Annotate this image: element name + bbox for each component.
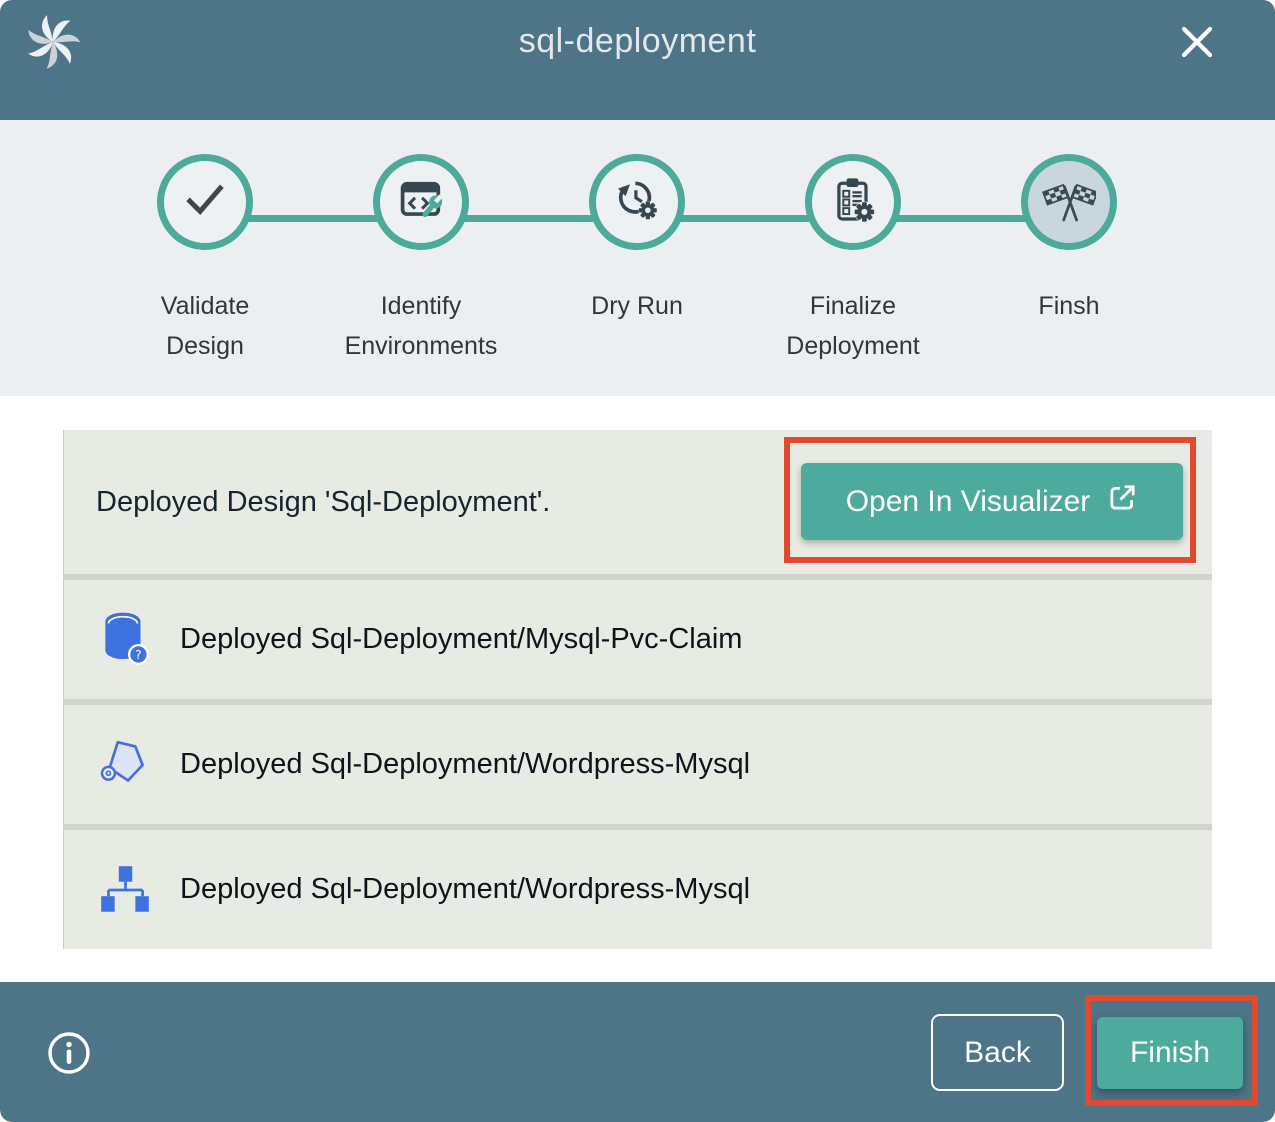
step-validate-design (157, 154, 253, 250)
result-row-wordpress-mysql-service: Deployed Sql-Deployment/Wordpress-Mysql (63, 705, 1212, 824)
deployment-results: Deployed Design 'Sql-Deployment'. Open I… (63, 430, 1212, 949)
finish-flags-icon (1042, 173, 1096, 232)
deployment-stepper: Validate Design Identify Environments (0, 120, 1275, 396)
step-label-dry-run: Dry Run (552, 286, 722, 326)
open-in-visualizer-button[interactable]: Open In Visualizer (801, 463, 1183, 540)
check-icon (179, 174, 231, 231)
modal-footer (0, 982, 1275, 1122)
step-label-validate-design: Validate Design (120, 286, 290, 366)
result-text: Deployed Sql-Deployment/Mysql-Pvc-Claim (180, 623, 742, 656)
modal-header: sql-deployment (0, 0, 1275, 120)
code-window-wrench-icon (395, 174, 447, 231)
deployment-modal: sql-deployment Validate Design (0, 0, 1275, 1122)
result-row-wordpress-mysql-deployment: Deployed Sql-Deployment/Wordpress-Mysql (63, 830, 1212, 949)
summary-row: Deployed Design 'Sql-Deployment'. Open I… (63, 430, 1212, 574)
finish-button[interactable]: Finish (1097, 1017, 1243, 1089)
open-in-visualizer-label: Open In Visualizer (846, 485, 1091, 519)
external-link-icon (1106, 482, 1138, 522)
modal-title: sql-deployment (0, 22, 1275, 61)
step-dry-run (589, 154, 685, 250)
close-icon (1177, 50, 1217, 65)
back-button[interactable]: Back (931, 1014, 1064, 1091)
result-text: Deployed Sql-Deployment/Wordpress-Mysql (180, 873, 750, 906)
step-identify-environments (373, 154, 469, 250)
clipboard-gear-icon (827, 174, 879, 231)
history-gear-icon (611, 174, 663, 231)
database-icon: ? (98, 610, 154, 670)
topology-icon (98, 860, 154, 920)
close-button[interactable] (1177, 22, 1217, 62)
pentagon-icon (98, 735, 154, 795)
summary-text: Deployed Design 'Sql-Deployment'. (96, 486, 550, 519)
step-label-finalize-deployment: Finalize Deployment (768, 286, 938, 366)
step-finish (1021, 154, 1117, 250)
step-label-identify-environments: Identify Environments (336, 286, 506, 366)
info-icon (46, 1064, 92, 1079)
result-text: Deployed Sql-Deployment/Wordpress-Mysql (180, 748, 750, 781)
result-row-mysql-pvc-claim: ? Deployed Sql-Deployment/Mysql-Pvc-Clai… (63, 580, 1212, 699)
info-button[interactable] (45, 1030, 93, 1078)
svg-text:?: ? (135, 647, 142, 662)
step-finalize-deployment (805, 154, 901, 250)
step-label-finish: Finsh (984, 286, 1154, 326)
